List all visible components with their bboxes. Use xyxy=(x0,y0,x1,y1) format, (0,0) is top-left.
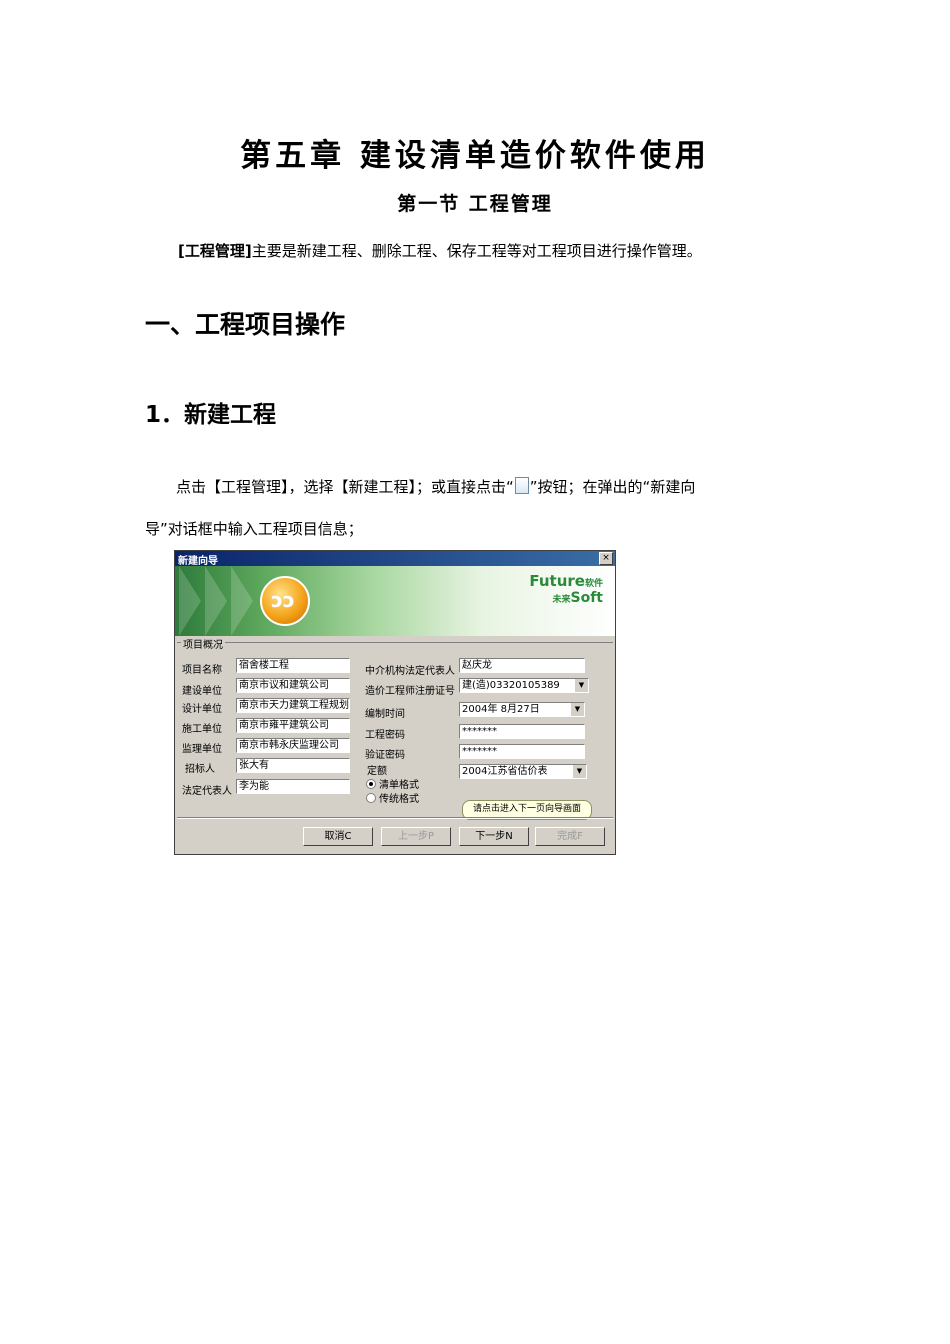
instruction-line-1: 点击【工程管理】，选择【新建工程】；或直接点击“ ”按钮；在弹出的“新建向 xyxy=(176,476,695,497)
instruction-text-a: 点击【工程管理】，选择【新建工程】；或直接点击“ xyxy=(176,478,514,496)
dialog-titlebar[interactable]: 新建向导 × xyxy=(175,551,615,567)
contractor-input[interactable]: 南京市雍平建筑公司 xyxy=(236,718,350,733)
finish-button[interactable]: 完成F xyxy=(535,827,605,846)
intro-paragraph: [工程管理]主要是新建工程、删除工程、保存工程等对工程项目进行操作管理。 xyxy=(178,240,702,261)
heading-project-operations: 一、工程项目操作 xyxy=(145,310,346,339)
section-title: 第一节 工程管理 xyxy=(397,193,553,215)
quota-select[interactable]: 2004江苏省估价表 ▼ xyxy=(459,764,587,779)
instruction-text-b: ”按钮；在弹出的“新建向 xyxy=(529,478,696,496)
cancel-button[interactable]: 取消C xyxy=(303,827,373,846)
supervisor-input[interactable]: 南京市韩永庆监理公司 xyxy=(236,738,350,753)
project-name-input[interactable]: 宿舍楼工程 xyxy=(236,658,350,673)
wizard-banner: ↄↄ Future软件 未来Soft xyxy=(175,566,615,636)
dialog-title: 新建向导 xyxy=(178,556,218,567)
label-contractor: 施工单位 xyxy=(182,724,222,735)
chevron-down-icon[interactable]: ▼ xyxy=(574,679,588,692)
label-supervisor: 监理单位 xyxy=(182,744,222,755)
app-logo-icon: ↄↄ xyxy=(260,576,310,626)
intro-bold-term: [工程管理] xyxy=(178,242,252,260)
agency-rep-input[interactable]: 赵庆龙 xyxy=(459,658,585,673)
radio-icon[interactable] xyxy=(366,793,376,803)
radio-selected-icon[interactable] xyxy=(366,779,376,789)
label-engineer-cert: 造价工程师注册证号 xyxy=(365,686,455,697)
prev-button[interactable]: 上一步P xyxy=(381,827,451,846)
close-icon[interactable]: × xyxy=(599,552,613,565)
label-project-password: 工程密码 xyxy=(365,730,405,741)
label-project-name: 项目名称 xyxy=(182,665,222,676)
futuresoft-logo: Future软件 未来Soft xyxy=(529,572,603,606)
label-verify-password: 验证密码 xyxy=(365,750,405,761)
label-quota: 定额 xyxy=(367,766,387,777)
project-password-input[interactable]: ******* xyxy=(459,724,585,739)
next-button[interactable]: 下一步N xyxy=(459,827,529,846)
chevron-down-icon[interactable]: ▼ xyxy=(570,703,584,716)
new-project-wizard-dialog: 新建向导 × ↄↄ Future软件 未来Soft 项目概况 项目名称 宿舍楼工… xyxy=(174,550,616,855)
verify-password-input[interactable]: ******* xyxy=(459,744,585,759)
legal-rep-input[interactable]: 李为能 xyxy=(236,779,350,794)
instruction-line-2: 导”对话框中输入工程项目信息； xyxy=(145,520,363,538)
radio-list-format[interactable]: 清单格式 xyxy=(366,776,419,791)
chevron-decoration xyxy=(179,566,201,636)
new-document-icon xyxy=(514,477,529,494)
label-designer: 设计单位 xyxy=(182,704,222,715)
label-legal-rep: 法定代表人 xyxy=(182,786,232,797)
designer-input[interactable]: 南京市天力建筑工程规划 xyxy=(236,698,350,713)
tenderer-input[interactable]: 张大有 xyxy=(236,758,350,773)
radio-traditional-format[interactable]: 传统格式 xyxy=(366,790,419,805)
label-tenderer: 招标人 xyxy=(185,764,215,775)
chevron-down-icon[interactable]: ▼ xyxy=(572,765,586,778)
group-label: 项目概况 xyxy=(181,636,225,651)
heading-new-project: 1．新建工程 xyxy=(145,402,277,428)
label-compile-date: 编制时间 xyxy=(365,709,405,720)
client-input[interactable]: 南京市议和建筑公司 xyxy=(236,678,350,693)
chevron-decoration xyxy=(231,566,253,636)
engineer-cert-select[interactable]: 建(造)03320105389 ▼ xyxy=(459,678,589,693)
chapter-title: 第五章 建设清单造价软件使用 xyxy=(240,138,710,174)
intro-text: 主要是新建工程、删除工程、保存工程等对工程项目进行操作管理。 xyxy=(251,242,702,260)
chevron-decoration xyxy=(205,566,227,636)
label-agency-rep: 中介机构法定代表人 xyxy=(365,666,455,677)
compile-date-picker[interactable]: 2004年 8月27日 ▼ xyxy=(459,702,585,717)
label-client: 建设单位 xyxy=(182,686,222,697)
button-separator xyxy=(177,817,613,819)
